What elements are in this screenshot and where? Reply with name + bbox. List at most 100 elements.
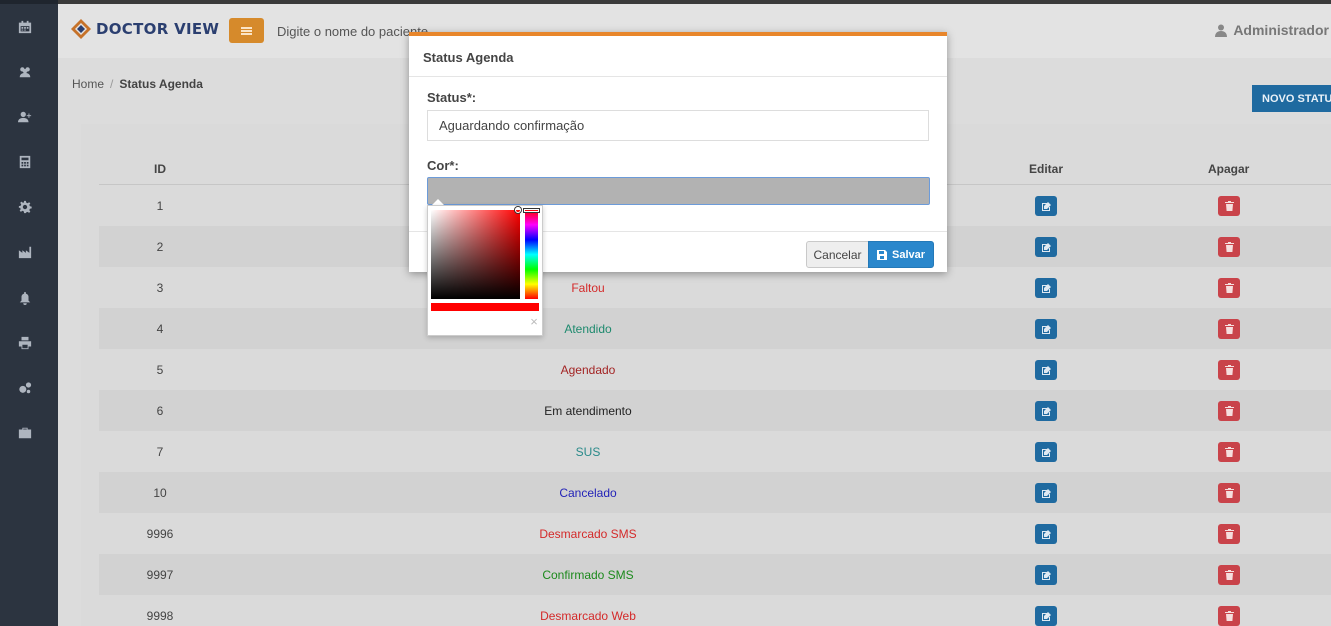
hue-slider-handle[interactable] bbox=[524, 209, 539, 212]
color-picker: × bbox=[427, 205, 543, 336]
delete-button[interactable] bbox=[1218, 319, 1240, 339]
edit-icon bbox=[1041, 365, 1052, 376]
delete-button[interactable] bbox=[1218, 483, 1240, 503]
row-description: Desmarcado SMS bbox=[539, 527, 637, 541]
edit-button[interactable] bbox=[1035, 524, 1057, 544]
sidebar-top-line bbox=[0, 0, 58, 4]
users-icon[interactable] bbox=[17, 64, 33, 80]
hamburger-icon bbox=[241, 29, 252, 32]
user-menu[interactable]: Administrador bbox=[1215, 22, 1329, 38]
menu-toggle-button[interactable] bbox=[229, 18, 264, 43]
table-row: 7 SUS bbox=[99, 431, 1331, 472]
table-row: 4 Atendido bbox=[99, 308, 1331, 349]
row-description: Em atendimento bbox=[544, 404, 632, 418]
edit-icon bbox=[1041, 488, 1052, 499]
breadcrumb-home[interactable]: Home bbox=[72, 77, 104, 91]
edit-button[interactable] bbox=[1035, 237, 1057, 257]
edit-button[interactable] bbox=[1035, 278, 1057, 298]
edit-button[interactable] bbox=[1035, 483, 1057, 503]
edit-button[interactable] bbox=[1035, 196, 1057, 216]
table-row: 5 Agendado bbox=[99, 349, 1331, 390]
print-icon[interactable] bbox=[17, 335, 33, 351]
edit-button[interactable] bbox=[1035, 565, 1057, 585]
delete-button[interactable] bbox=[1218, 196, 1240, 216]
cancel-button[interactable]: Cancelar bbox=[806, 241, 869, 268]
calendar-icon[interactable] bbox=[17, 19, 33, 35]
delete-button[interactable] bbox=[1218, 606, 1240, 626]
close-icon[interactable]: × bbox=[528, 315, 540, 329]
sidebar bbox=[0, 0, 58, 626]
calculator-icon[interactable] bbox=[17, 154, 33, 170]
logo[interactable]: DOCTOR VIEW bbox=[70, 18, 219, 40]
breadcrumb: Home / Status Agenda bbox=[72, 77, 203, 91]
gear-icon[interactable] bbox=[17, 199, 33, 215]
row-id: 7 bbox=[156, 445, 164, 459]
delete-button[interactable] bbox=[1218, 442, 1240, 462]
trash-icon bbox=[1224, 283, 1234, 293]
edit-icon bbox=[1041, 447, 1052, 458]
row-id: 2 bbox=[156, 240, 164, 254]
bell-icon[interactable] bbox=[17, 290, 33, 306]
edit-button[interactable] bbox=[1035, 442, 1057, 462]
user-plus-icon[interactable] bbox=[17, 109, 33, 125]
gears-icon[interactable] bbox=[17, 380, 33, 396]
table-row: 3 Faltou bbox=[99, 267, 1331, 308]
row-id: 9997 bbox=[146, 568, 174, 582]
table-row: 9997 Confirmado SMS bbox=[99, 554, 1331, 595]
trash-icon bbox=[1224, 488, 1234, 498]
new-status-button[interactable]: NOVO STATUS bbox=[1252, 85, 1331, 112]
color-input[interactable] bbox=[427, 177, 930, 205]
floppy-icon bbox=[876, 249, 887, 260]
delete-button[interactable] bbox=[1218, 278, 1240, 298]
trash-icon bbox=[1224, 324, 1234, 334]
saturation-value-handle[interactable] bbox=[515, 207, 521, 213]
saturation-value-area[interactable] bbox=[431, 210, 520, 299]
edit-button[interactable] bbox=[1035, 401, 1057, 421]
color-preview bbox=[431, 303, 539, 311]
industry-icon[interactable] bbox=[17, 244, 33, 260]
column-header-delete: Apagar bbox=[1208, 162, 1250, 176]
status-input[interactable] bbox=[427, 110, 929, 141]
edit-icon bbox=[1041, 283, 1052, 294]
trash-icon bbox=[1224, 242, 1234, 252]
edit-icon bbox=[1041, 570, 1052, 581]
edit-icon bbox=[1041, 406, 1052, 417]
row-description: SUS bbox=[575, 445, 601, 459]
row-id: 4 bbox=[156, 322, 164, 336]
delete-button[interactable] bbox=[1218, 237, 1240, 257]
row-id: 5 bbox=[156, 363, 164, 377]
hue-slider[interactable] bbox=[525, 210, 538, 299]
row-id: 9996 bbox=[146, 527, 174, 541]
trash-icon bbox=[1224, 611, 1234, 621]
edit-button[interactable] bbox=[1035, 319, 1057, 339]
logo-icon bbox=[71, 19, 91, 39]
delete-button[interactable] bbox=[1218, 401, 1240, 421]
user-name: Administrador bbox=[1233, 22, 1329, 38]
edit-icon bbox=[1041, 529, 1052, 540]
row-description: Agendado bbox=[560, 363, 616, 377]
trash-icon bbox=[1224, 447, 1234, 457]
edit-button[interactable] bbox=[1035, 360, 1057, 380]
column-header-edit: Editar bbox=[1029, 162, 1064, 176]
save-button[interactable]: Salvar bbox=[868, 241, 934, 268]
save-button-label: Salvar bbox=[891, 248, 926, 261]
row-description: Confirmado SMS bbox=[542, 568, 634, 582]
edit-icon bbox=[1041, 611, 1052, 622]
table-row: 6 Em atendimento bbox=[99, 390, 1331, 431]
table-row: 10 Cancelado bbox=[99, 472, 1331, 513]
delete-button[interactable] bbox=[1218, 524, 1240, 544]
row-description: Cancelado bbox=[559, 486, 617, 500]
table-row: 9996 Desmarcado SMS bbox=[99, 513, 1331, 554]
breadcrumb-separator: / bbox=[110, 77, 114, 91]
edit-icon bbox=[1041, 324, 1052, 335]
edit-button[interactable] bbox=[1035, 606, 1057, 626]
row-id: 10 bbox=[153, 486, 167, 500]
briefcase-icon[interactable] bbox=[17, 425, 33, 441]
status-label: Status*: bbox=[427, 90, 477, 105]
trash-icon bbox=[1224, 570, 1234, 580]
breadcrumb-current: Status Agenda bbox=[119, 77, 203, 91]
trash-icon bbox=[1224, 529, 1234, 539]
delete-button[interactable] bbox=[1218, 360, 1240, 380]
column-header-id: ID bbox=[154, 162, 166, 176]
delete-button[interactable] bbox=[1218, 565, 1240, 585]
